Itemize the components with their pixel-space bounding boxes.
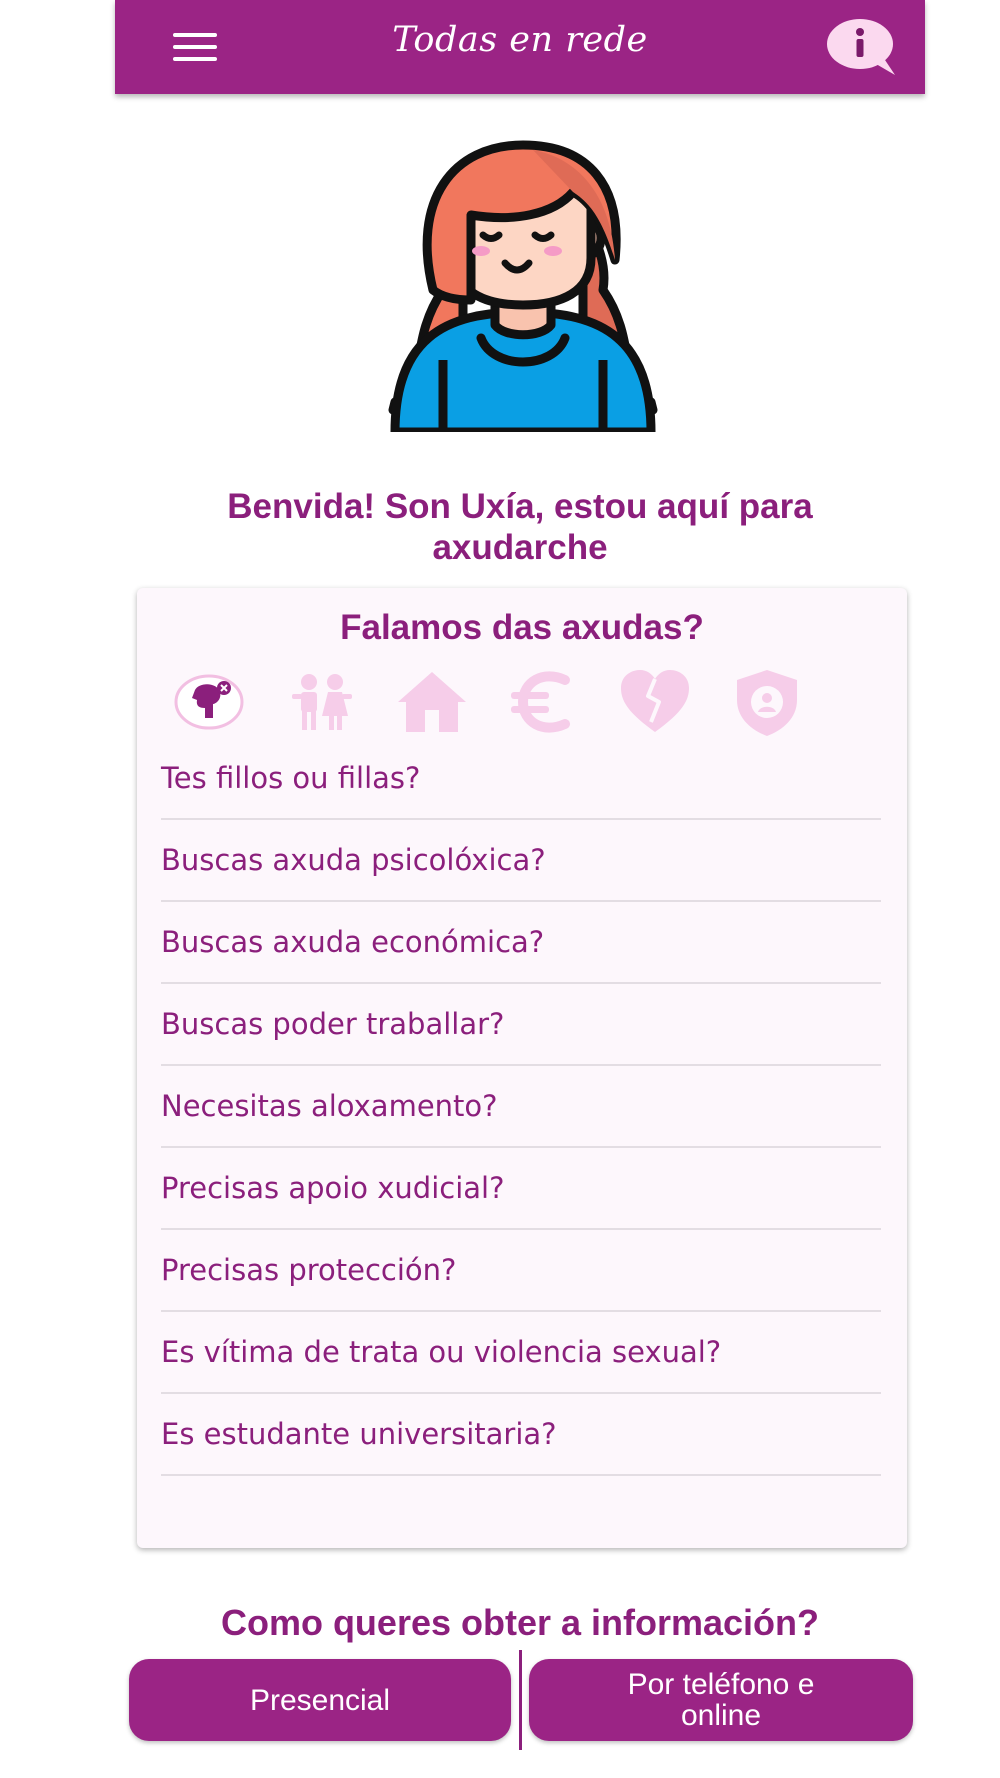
phone-online-label-line-1: Por teléfono e: [627, 1668, 815, 1701]
psychology-head-icon[interactable]: [169, 666, 249, 738]
welcome-message: Benvida! Son Uxía, estou aquí para axuda…: [145, 486, 895, 568]
card-title: Falamos das axudas?: [340, 608, 704, 647]
question-item-legal-support[interactable]: Precisas apoio xudicial?: [161, 1148, 881, 1230]
question-item-children[interactable]: Tes fillos ou fillas?: [161, 738, 881, 820]
children-icon[interactable]: [282, 666, 362, 738]
contact-method-title: Como queres obter a información?: [220, 1602, 820, 1643]
help-topics-card: Falamos das axudas? Tes fillos ou fillas…: [137, 588, 907, 1548]
question-item-housing[interactable]: Necesitas aloxamento?: [161, 1066, 881, 1148]
category-icons-row: [137, 666, 907, 738]
welcome-line-2: axudarche: [432, 528, 608, 567]
question-item-psychological-help[interactable]: Buscas axuda psicolóxica?: [161, 820, 881, 902]
app-title: Todas en rede: [392, 20, 648, 60]
euro-icon[interactable]: [503, 666, 583, 738]
question-item-economic-help[interactable]: Buscas axuda económica?: [161, 902, 881, 984]
welcome-line-1: Benvida! Son Uxía, estou aquí para: [227, 487, 813, 526]
woman-avatar-illustration: [383, 140, 663, 437]
house-icon[interactable]: [392, 666, 472, 738]
phone-online-label-line-2: online: [680, 1699, 762, 1732]
app-screen: Todas en rede Benvida! Son Uxía, estou a…: [115, 0, 925, 1778]
buttons-divider: [519, 1650, 522, 1750]
in-person-button[interactable]: Presencial: [129, 1659, 511, 1741]
question-item-protection[interactable]: Precisas protección?: [161, 1230, 881, 1312]
app-bar: Todas en rede: [115, 0, 925, 94]
question-item-work[interactable]: Buscas poder traballar?: [161, 984, 881, 1066]
question-item-trafficking-violence[interactable]: Es vítima de trata ou violencia sexual?: [161, 1312, 881, 1394]
question-item-university-student[interactable]: Es estudante universitaria?: [161, 1394, 881, 1476]
help-questions-list: Tes fillos ou fillas? Buscas axuda psico…: [161, 738, 881, 1476]
protection-shield-icon[interactable]: [727, 666, 807, 738]
phone-online-button[interactable]: Por teléfono e online: [529, 1659, 913, 1741]
broken-heart-icon[interactable]: [615, 666, 695, 738]
info-speech-bubble-icon[interactable]: [825, 17, 901, 77]
